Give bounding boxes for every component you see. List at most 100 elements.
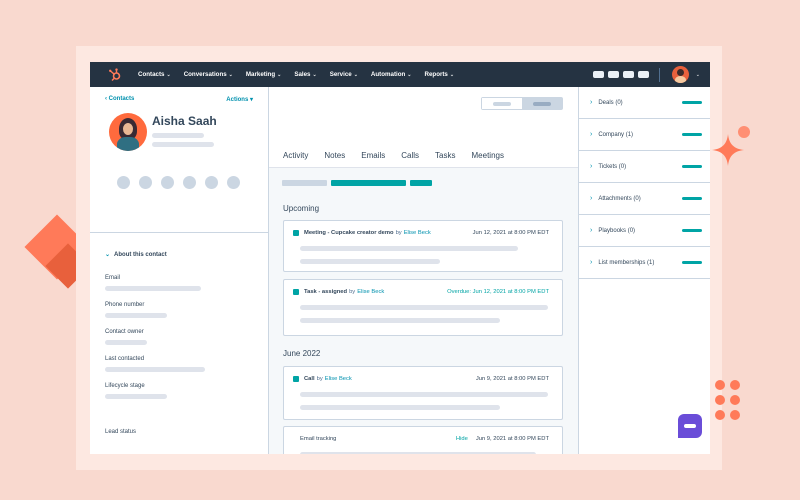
timeline-card-call[interactable]: Call by Elise Beck Jun 9, 2021 at 8:00 P…	[283, 366, 563, 420]
chevron-down-icon: ⌄	[407, 71, 412, 78]
activity-panel: Activity Notes Emails Calls Tasks Meetin…	[269, 87, 579, 454]
filter-chip[interactable]	[331, 180, 406, 186]
timeline-filters	[282, 180, 432, 186]
divider	[90, 232, 268, 233]
filter-chip[interactable]	[410, 180, 432, 186]
chevron-right-icon: ›	[590, 195, 593, 202]
chevron-down-icon: ⌄	[277, 71, 282, 78]
quick-action-button[interactable]	[183, 176, 196, 189]
quick-action-button[interactable]	[117, 176, 130, 189]
filter-chip[interactable]	[282, 180, 327, 186]
property-value[interactable]	[105, 367, 205, 372]
tab-activity[interactable]: Activity	[283, 151, 308, 160]
nav-utilities: ⌄	[592, 66, 700, 83]
top-nav: Contacts ⌄ Conversations ⌄ Marketing ⌄ Sale…	[90, 62, 710, 87]
nav-item-sales[interactable]: Sales ⌄	[294, 71, 316, 78]
nav-item-marketing[interactable]: Marketing ⌄	[246, 71, 281, 78]
placeholder-bar	[300, 246, 518, 251]
tab-tasks[interactable]: Tasks	[435, 151, 455, 160]
nav-item-contacts[interactable]: Contacts ⌄	[138, 71, 171, 78]
contact-name: Aisha Saah	[152, 113, 217, 128]
back-to-contacts-link[interactable]: ‹ Contacts	[105, 96, 134, 103]
view-toggle-left[interactable]	[482, 98, 522, 109]
accent-bar	[682, 165, 702, 168]
hubspot-logo-icon[interactable]	[108, 67, 122, 82]
card-date: Overdue: Jun 12, 2021 at 8:00 PM EDT	[447, 289, 549, 295]
chevron-down-icon: ▾	[249, 97, 253, 103]
placeholder-bar	[300, 452, 536, 454]
card-date: Jun 12, 2021 at 8:00 PM EDT	[472, 230, 549, 236]
nav-utility-button[interactable]	[637, 71, 649, 78]
property-value[interactable]	[105, 340, 147, 345]
timeline-card-task[interactable]: Task - assigned by Elise Beck Overdue: J…	[283, 279, 563, 336]
accent-bar	[682, 261, 702, 264]
chevron-right-icon: ›	[590, 227, 593, 234]
accent-bar	[682, 197, 702, 200]
nav-item-automation[interactable]: Automation ⌄	[371, 71, 412, 78]
association-attachments[interactable]: › Attachments (0)	[579, 183, 710, 215]
about-contact-toggle[interactable]: ⌄ About this contact	[105, 251, 167, 258]
property-value[interactable]	[105, 394, 167, 399]
quick-action-button[interactable]	[139, 176, 152, 189]
association-deals[interactable]: › Deals (0)	[579, 87, 710, 119]
property-lead-status: Lead status	[105, 429, 137, 435]
nav-item-service[interactable]: Service ⌄	[330, 71, 358, 78]
accent-bar	[682, 229, 702, 232]
section-heading-june: June 2022	[283, 349, 321, 358]
quick-action-button[interactable]	[227, 176, 240, 189]
nav-menu: Contacts ⌄ Conversations ⌄ Marketing ⌄ Sale…	[138, 71, 593, 78]
timeline-card-email[interactable]: Email tracking Hide Jun 9, 2021 at 8:00 P…	[283, 426, 563, 454]
quick-action-button[interactable]	[161, 176, 174, 189]
association-company[interactable]: › Company (1)	[579, 119, 710, 151]
property-phone: Phone number	[105, 302, 255, 318]
tab-calls[interactable]: Calls	[401, 151, 419, 160]
hide-link[interactable]: Hide	[456, 436, 468, 442]
user-avatar[interactable]	[671, 66, 689, 83]
tab-emails[interactable]: Emails	[361, 151, 385, 160]
contact-properties: Email Phone number Contact owner Last co…	[105, 275, 255, 410]
actions-dropdown[interactable]: Actions ▾	[226, 96, 253, 103]
nav-utility-button[interactable]	[607, 71, 619, 78]
contact-sidebar: ‹ Contacts Actions ▾ Aisha Saah ⌄ About …	[90, 87, 269, 454]
associations-sidebar: › Deals (0) › Company (1) › Tickets (0) › At…	[579, 87, 710, 454]
view-toggle-right[interactable]	[522, 98, 562, 109]
assignee-link[interactable]: Elise Beck	[404, 230, 431, 236]
nav-divider	[658, 67, 660, 82]
tab-meetings[interactable]: Meetings	[472, 151, 504, 160]
association-tickets[interactable]: › Tickets (0)	[579, 151, 710, 183]
quick-action-button[interactable]	[205, 176, 218, 189]
association-list-memberships[interactable]: › List memberships (1)	[579, 247, 710, 279]
chevron-down-icon: ⌄	[312, 71, 317, 78]
chevron-down-icon: ⌄	[166, 71, 171, 78]
chevron-down-icon: ⌄	[449, 71, 455, 78]
nav-item-conversations[interactable]: Conversations ⌄	[184, 71, 233, 78]
sparkle-icon	[712, 134, 744, 166]
timeline-card-meeting[interactable]: Meeting - Cupcake creator demo by Elise …	[283, 220, 563, 272]
accent-bar	[682, 101, 702, 104]
nav-utility-button[interactable]	[622, 71, 634, 78]
property-last-contacted: Last contacted	[105, 356, 255, 372]
app-window: Contacts ⌄ Conversations ⌄ Marketing ⌄ Sale…	[90, 62, 710, 454]
contact-avatar	[109, 113, 147, 151]
property-lifecycle-stage: Lifecycle stage	[105, 383, 255, 399]
chevron-down-icon[interactable]: ⌄	[696, 72, 700, 78]
nav-item-reports[interactable]: Reports ⌄	[425, 71, 455, 78]
tab-notes[interactable]: Notes	[324, 151, 345, 160]
chat-icon[interactable]	[678, 414, 702, 438]
property-value[interactable]	[105, 313, 167, 318]
contact-profile: Aisha Saah	[90, 103, 268, 151]
placeholder-bar	[300, 305, 548, 310]
card-date: Hide Jun 9, 2021 at 8:00 PM EDT	[455, 436, 549, 442]
meeting-icon	[293, 230, 299, 236]
property-owner: Contact owner	[105, 329, 255, 345]
association-playbooks[interactable]: › Playbooks (0)	[579, 215, 710, 247]
property-email: Email	[105, 275, 255, 291]
placeholder-bar	[300, 392, 548, 397]
placeholder-bar	[300, 318, 500, 323]
assignee-link[interactable]: Elise Beck	[325, 376, 352, 382]
nav-utility-button[interactable]	[592, 71, 604, 78]
placeholder-bar	[300, 259, 440, 264]
task-icon	[293, 289, 299, 295]
property-value[interactable]	[105, 286, 201, 291]
assignee-link[interactable]: Elise Beck	[357, 289, 384, 295]
